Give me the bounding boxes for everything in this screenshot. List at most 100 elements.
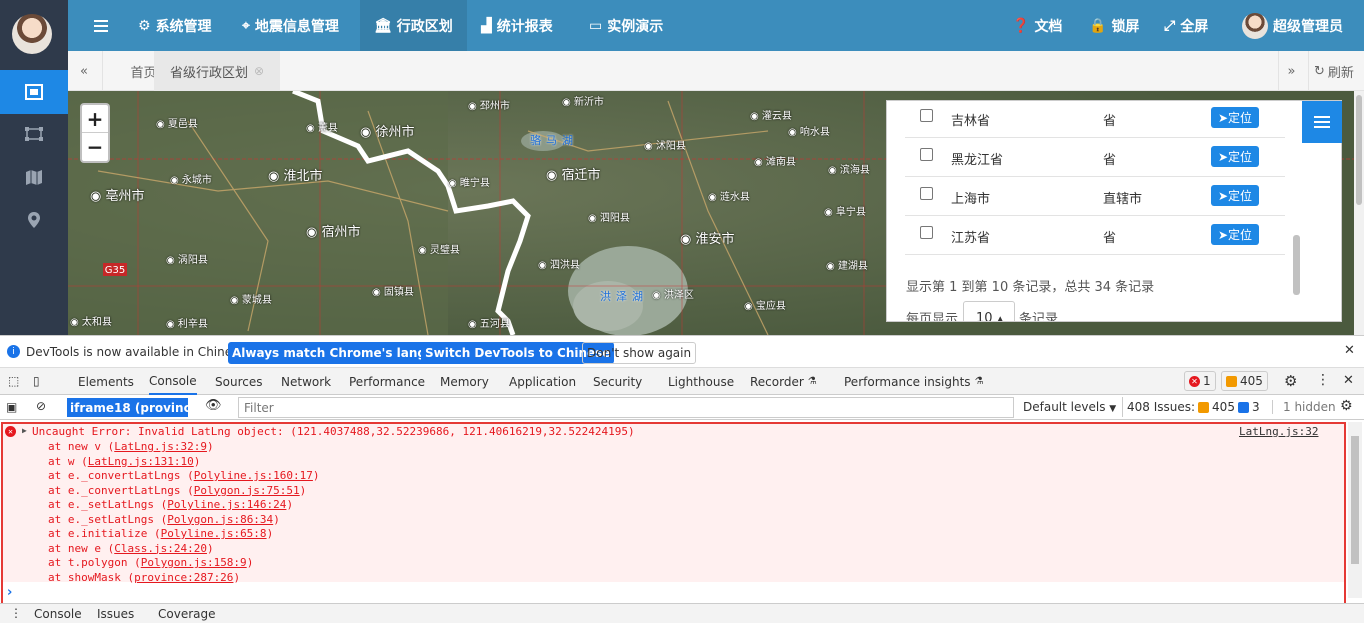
stack-frame: at e._convertLatLngs (Polyline.js:160:17… bbox=[48, 469, 320, 482]
nav-admin-division[interactable]: 🏛 行政区划 bbox=[360, 0, 467, 51]
send-icon: ➤ bbox=[1217, 188, 1229, 203]
device-toolbar-icon[interactable]: ▯ bbox=[33, 374, 40, 388]
location-pin-icon bbox=[28, 212, 40, 228]
row-checkbox[interactable] bbox=[920, 148, 933, 161]
caret-up-icon: ▲ bbox=[996, 315, 1004, 322]
city-label-xuzhou[interactable]: ◉ 徐州市 bbox=[360, 121, 415, 140]
console-prompt[interactable]: › bbox=[7, 585, 12, 600]
stack-link[interactable]: Polyline.js:146:24 bbox=[167, 498, 286, 511]
nav-docs[interactable]: ❓ 文档 bbox=[1012, 0, 1062, 51]
stack-link[interactable]: province:287:26 bbox=[134, 571, 233, 584]
tab-memory[interactable]: Memory bbox=[440, 368, 489, 395]
sidebar-toggle-icon[interactable]: ▣ bbox=[6, 400, 17, 414]
expand-triangle-icon[interactable]: ▶ bbox=[22, 426, 27, 435]
row-checkbox[interactable] bbox=[920, 226, 933, 239]
user-menu[interactable]: 超级管理员 bbox=[1242, 0, 1343, 51]
warning-icon bbox=[1226, 375, 1237, 387]
page-scrollbar[interactable] bbox=[1354, 91, 1364, 335]
city-label-huaibei[interactable]: ◉ 淮北市 bbox=[268, 165, 323, 184]
zoom-in-button[interactable]: + bbox=[82, 105, 108, 133]
city-label-suzhou[interactable]: ◉ 宿州市 bbox=[306, 221, 361, 240]
drawer-tab-console[interactable]: Console bbox=[34, 607, 82, 621]
close-devtools-icon[interactable]: ✕ bbox=[1343, 373, 1354, 388]
settings-gear-icon[interactable]: ⚙ bbox=[1284, 372, 1297, 390]
sidebar-item-region[interactable] bbox=[0, 70, 68, 114]
info-icon: i bbox=[7, 345, 20, 358]
tab-performance[interactable]: Performance bbox=[349, 368, 425, 395]
tab-scroll-right-button[interactable]: » bbox=[1278, 51, 1304, 91]
nav-demo[interactable]: ▭ 实例演示 bbox=[589, 0, 663, 51]
tab-province[interactable]: 省级行政区划 ⊗ bbox=[154, 51, 280, 91]
dont-show-again-button[interactable]: Don't show again bbox=[582, 342, 697, 364]
tab-scroll-left-button[interactable]: « bbox=[74, 51, 94, 91]
stack-link[interactable]: Polygon.js:158:9 bbox=[141, 556, 247, 569]
error-count-badge[interactable]: ✕ 1 bbox=[1184, 371, 1216, 391]
close-tab-icon[interactable]: ⊗ bbox=[254, 64, 264, 78]
drawer-tab-coverage[interactable]: Coverage bbox=[158, 607, 216, 621]
clear-console-icon[interactable]: ⊘ bbox=[36, 399, 46, 413]
county-label: ◉ 太和县 bbox=[70, 317, 112, 328]
locate-button[interactable]: ➤ 定位 bbox=[1211, 107, 1259, 128]
county-label: ◉ 阜宁县 bbox=[824, 207, 866, 218]
tab-console[interactable]: Console bbox=[149, 368, 197, 395]
drawer-menu-icon[interactable]: ⋮ bbox=[10, 606, 22, 620]
tab-sources[interactable]: Sources bbox=[215, 368, 262, 395]
sidebar bbox=[0, 0, 68, 335]
eye-icon[interactable]: 👁 bbox=[205, 398, 222, 413]
nav-lock[interactable]: 🔒 锁屏 bbox=[1089, 0, 1139, 51]
sidebar-item-map[interactable] bbox=[0, 155, 68, 199]
filter-input[interactable]: Filter bbox=[238, 397, 1014, 418]
more-options-icon[interactable]: ⋮ bbox=[1316, 372, 1330, 388]
tab-elements[interactable]: Elements bbox=[78, 368, 134, 395]
nav-statistics[interactable]: ▟ 统计报表 bbox=[481, 0, 553, 51]
city-label-bozhou[interactable]: ◉ 亳州市 bbox=[90, 185, 145, 204]
stack-link[interactable]: Polyline.js:65:8 bbox=[161, 527, 267, 540]
stack-link[interactable]: Polygon.js:75:51 bbox=[194, 484, 300, 497]
region-icon bbox=[25, 84, 43, 100]
locate-button[interactable]: ➤ 定位 bbox=[1211, 146, 1259, 167]
tab-network[interactable]: Network bbox=[281, 368, 331, 395]
locate-button[interactable]: ➤ 定位 bbox=[1211, 185, 1259, 206]
error-source-link[interactable]: LatLng.js:32 bbox=[1239, 425, 1318, 439]
tab-security[interactable]: Security bbox=[593, 368, 642, 395]
stack-link[interactable]: Polygon.js:86:34 bbox=[167, 513, 273, 526]
warning-count-badge[interactable]: 405 bbox=[1221, 371, 1268, 391]
close-icon[interactable]: ✕ bbox=[1344, 343, 1355, 358]
locate-button[interactable]: ➤ 定位 bbox=[1211, 224, 1259, 245]
per-page-label: 每页显示 bbox=[906, 312, 959, 322]
row-checkbox[interactable] bbox=[920, 109, 933, 122]
sidebar-avatar[interactable] bbox=[12, 14, 52, 54]
nav-system[interactable]: ⚙ 系统管理 bbox=[138, 0, 212, 51]
tab-lighthouse[interactable]: Lighthouse bbox=[668, 368, 734, 395]
stack-link[interactable]: LatLng.js:131:10 bbox=[88, 455, 194, 468]
per-page-select[interactable]: 10 ▲ bbox=[963, 301, 1015, 322]
inspect-icon[interactable]: ⬚ bbox=[8, 374, 19, 388]
stack-link[interactable]: LatLng.js:32:9 bbox=[114, 440, 207, 453]
sidebar-item-polygon[interactable] bbox=[0, 112, 68, 156]
console-settings-icon[interactable]: ⚙ bbox=[1340, 398, 1353, 414]
panel-menu-button[interactable] bbox=[1302, 101, 1342, 143]
issues-badge[interactable]: 408 Issues: 405 3 bbox=[1122, 397, 1264, 417]
tab-performance-insights[interactable]: Performance insights ⚗ bbox=[844, 368, 984, 395]
tab-application[interactable]: Application bbox=[509, 368, 576, 395]
drawer-tab-issues[interactable]: Issues bbox=[97, 607, 134, 621]
console-scrollbar[interactable] bbox=[1348, 422, 1362, 598]
nav-earthquake[interactable]: ⌖ 地震信息管理 bbox=[242, 0, 339, 51]
sidebar-item-location[interactable] bbox=[0, 198, 68, 242]
panel-scrollbar[interactable] bbox=[1293, 235, 1300, 295]
stack-link[interactable]: Class.js:24:20 bbox=[114, 542, 207, 555]
city-label-huaian[interactable]: ◉ 淮安市 bbox=[680, 228, 735, 247]
row-checkbox[interactable] bbox=[920, 187, 933, 200]
menu-toggle-button[interactable] bbox=[94, 0, 108, 51]
log-levels-dropdown[interactable]: Default levels ▼ bbox=[1023, 400, 1116, 414]
refresh-icon: ↻ bbox=[1314, 63, 1325, 79]
error-text[interactable]: Uncaught Error: Invalid LatLng object: (… bbox=[32, 425, 635, 439]
context-selector[interactable]: iframe18 (province) ▼ bbox=[67, 398, 215, 417]
nav-fullscreen[interactable]: ⤢ 全屏 bbox=[1164, 0, 1208, 51]
refresh-button[interactable]: ↻ 刷新 bbox=[1308, 51, 1358, 91]
tab-recorder[interactable]: Recorder ⚗ bbox=[750, 368, 817, 395]
city-label-suqian[interactable]: ◉ 宿迁市 bbox=[546, 164, 601, 183]
warning-icon bbox=[1198, 401, 1210, 413]
stack-link[interactable]: Polyline.js:160:17 bbox=[194, 469, 313, 482]
zoom-out-button[interactable]: − bbox=[82, 133, 108, 161]
